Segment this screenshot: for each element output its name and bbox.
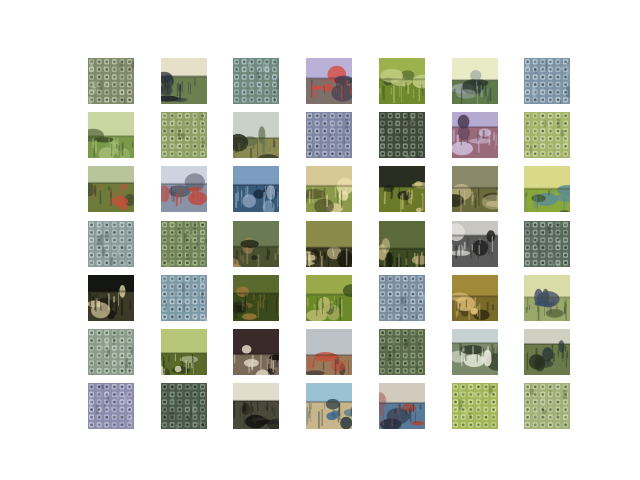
- image-grid: [0, 0, 640, 480]
- tile-image: [306, 166, 352, 212]
- generated-image-tile: [379, 221, 425, 267]
- tile-image: [233, 275, 279, 321]
- tile-image: [161, 329, 207, 375]
- generated-image-tile: [524, 112, 570, 158]
- tile-image: [233, 383, 279, 429]
- generated-image-tile: [452, 221, 498, 267]
- tile-image: [88, 221, 134, 267]
- tile-image: [452, 275, 498, 321]
- tile-image: [379, 275, 425, 321]
- generated-image-tile: [161, 166, 207, 212]
- generated-image-tile: [524, 221, 570, 267]
- tile-image: [88, 383, 134, 429]
- generated-image-tile: [379, 166, 425, 212]
- tile-image: [379, 112, 425, 158]
- tile-image: [88, 329, 134, 375]
- generated-image-tile: [233, 166, 279, 212]
- tile-image: [379, 221, 425, 267]
- generated-image-tile: [88, 383, 134, 429]
- tile-image: [524, 166, 570, 212]
- tile-image: [524, 112, 570, 158]
- tile-image: [379, 166, 425, 212]
- generated-image-tile: [306, 383, 352, 429]
- generated-image-tile: [161, 221, 207, 267]
- generated-image-tile: [306, 166, 352, 212]
- tile-image: [161, 58, 207, 104]
- generated-image-tile: [524, 275, 570, 321]
- generated-image-tile: [306, 112, 352, 158]
- tile-image: [88, 275, 134, 321]
- generated-image-tile: [379, 112, 425, 158]
- tile-image: [452, 383, 498, 429]
- generated-image-tile: [233, 112, 279, 158]
- tile-image: [233, 329, 279, 375]
- generated-image-tile: [306, 329, 352, 375]
- tile-image: [379, 58, 425, 104]
- generated-image-tile: [452, 275, 498, 321]
- generated-image-tile: [379, 275, 425, 321]
- generated-image-tile: [379, 58, 425, 104]
- generated-image-tile: [452, 58, 498, 104]
- tile-image: [161, 112, 207, 158]
- generated-image-tile: [306, 275, 352, 321]
- generated-image-tile: [306, 58, 352, 104]
- tile-image: [161, 275, 207, 321]
- tile-image: [524, 383, 570, 429]
- generated-image-tile: [379, 383, 425, 429]
- tile-image: [233, 112, 279, 158]
- tile-image: [452, 166, 498, 212]
- generated-image-tile: [88, 275, 134, 321]
- tile-image: [524, 275, 570, 321]
- generated-image-tile: [88, 112, 134, 158]
- tile-image: [161, 166, 207, 212]
- tile-image: [306, 329, 352, 375]
- generated-image-tile: [161, 275, 207, 321]
- tile-image: [306, 275, 352, 321]
- tile-image: [524, 58, 570, 104]
- tile-image: [306, 112, 352, 158]
- generated-image-tile: [452, 166, 498, 212]
- generated-image-tile: [233, 329, 279, 375]
- generated-image-tile: [161, 383, 207, 429]
- tile-image: [88, 166, 134, 212]
- tile-image: [233, 58, 279, 104]
- tile-image: [452, 221, 498, 267]
- tile-image: [88, 112, 134, 158]
- generated-image-tile: [233, 383, 279, 429]
- generated-image-tile: [233, 275, 279, 321]
- generated-image-tile: [524, 166, 570, 212]
- generated-image-tile: [233, 221, 279, 267]
- tile-image: [524, 221, 570, 267]
- generated-image-tile: [524, 383, 570, 429]
- generated-image-tile: [306, 221, 352, 267]
- tile-image: [452, 112, 498, 158]
- tile-image: [233, 166, 279, 212]
- tile-image: [306, 58, 352, 104]
- generated-image-tile: [88, 166, 134, 212]
- generated-image-tile: [452, 383, 498, 429]
- generated-image-tile: [524, 329, 570, 375]
- generated-image-tile: [452, 112, 498, 158]
- tile-image: [161, 221, 207, 267]
- tile-image: [161, 383, 207, 429]
- generated-image-tile: [161, 58, 207, 104]
- tile-image: [379, 383, 425, 429]
- generated-image-tile: [161, 329, 207, 375]
- generated-image-tile: [88, 221, 134, 267]
- tile-image: [452, 58, 498, 104]
- tile-image: [88, 58, 134, 104]
- generated-image-tile: [233, 58, 279, 104]
- tile-image: [524, 329, 570, 375]
- generated-image-tile: [88, 58, 134, 104]
- generated-image-tile: [524, 58, 570, 104]
- generated-image-tile: [88, 329, 134, 375]
- tile-image: [452, 329, 498, 375]
- generated-image-tile: [452, 329, 498, 375]
- generated-image-tile: [161, 112, 207, 158]
- tile-image: [379, 329, 425, 375]
- generated-image-tile: [379, 329, 425, 375]
- tile-image: [306, 221, 352, 267]
- tile-image: [233, 221, 279, 267]
- tile-image: [306, 383, 352, 429]
